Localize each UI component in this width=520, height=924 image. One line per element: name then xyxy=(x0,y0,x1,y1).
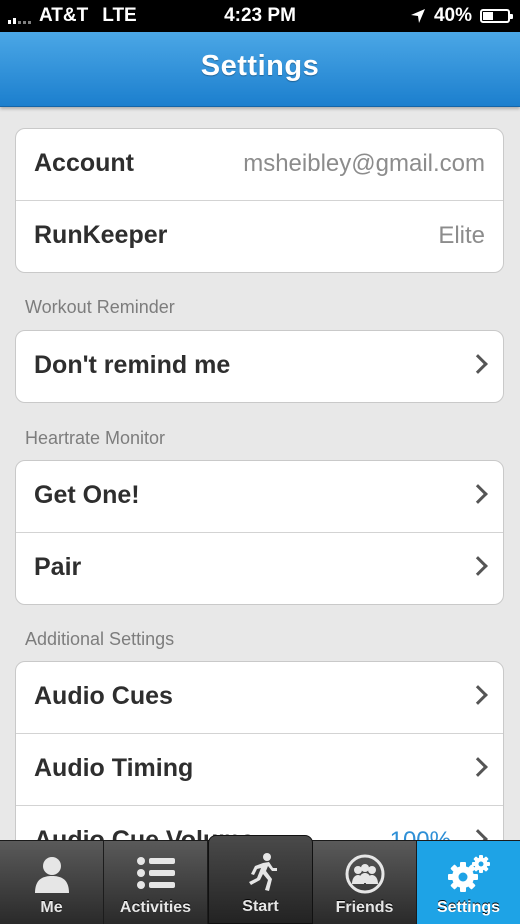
account-email: msheibley@gmail.com xyxy=(243,150,485,177)
section-additional-settings: Additional Settings xyxy=(25,629,175,649)
runkeeper-label: RunKeeper xyxy=(34,221,168,249)
tab-me-label: Me xyxy=(40,899,63,916)
location-arrow-icon xyxy=(410,9,425,23)
get-one-row[interactable]: Get One! xyxy=(16,461,503,533)
account-group: Account msheibley@gmail.com RunKeeper El… xyxy=(15,128,504,273)
tab-settings-label: Settings xyxy=(436,899,501,916)
section-heartrate-monitor: Heartrate Monitor xyxy=(25,428,166,448)
pair-row[interactable]: Pair xyxy=(16,533,503,604)
workout-reminder-group: Don't remind me xyxy=(15,330,504,403)
chevron-right-icon xyxy=(468,829,488,840)
chevron-right-icon xyxy=(468,484,488,504)
workout-reminder-label: Don't remind me xyxy=(34,351,231,379)
workout-reminder-row[interactable]: Don't remind me xyxy=(16,331,503,402)
tab-activities-label: Activities xyxy=(119,899,192,916)
tab-bar: Me Activities Start Friends Settings xyxy=(0,835,520,924)
page-title: Settings xyxy=(200,50,320,82)
tab-me[interactable]: Me xyxy=(0,841,104,924)
audio-timing-label: Audio Timing xyxy=(34,754,194,782)
audio-timing-row[interactable]: Audio Timing xyxy=(16,734,503,806)
gears-icon xyxy=(447,855,490,892)
audio-cues-row[interactable]: Audio Cues xyxy=(16,662,503,734)
friends-icon xyxy=(345,854,384,894)
pair-label: Pair xyxy=(34,553,82,581)
runkeeper-plan-row[interactable]: RunKeeper Elite xyxy=(16,201,503,272)
tab-start[interactable]: Start xyxy=(208,835,313,924)
person-icon xyxy=(34,857,69,893)
tab-friends-label: Friends xyxy=(335,899,394,916)
runkeeper-plan-value: Elite xyxy=(438,222,485,249)
account-row[interactable]: Account msheibley@gmail.com xyxy=(16,129,503,201)
section-workout-reminder: Workout Reminder xyxy=(25,297,175,317)
chevron-right-icon xyxy=(468,757,488,777)
tab-friends[interactable]: Friends xyxy=(313,841,417,924)
chevron-right-icon xyxy=(468,354,488,374)
tab-settings[interactable]: Settings xyxy=(417,841,520,924)
list-icon xyxy=(136,857,175,889)
chevron-right-icon xyxy=(468,556,488,576)
heartrate-monitor-group: Get One! Pair xyxy=(15,460,504,605)
account-label: Account xyxy=(34,149,134,177)
battery-percent: 40% xyxy=(433,5,472,26)
get-one-label: Get One! xyxy=(34,481,140,509)
status-bar: AT&T LTE 4:23 PM 40% xyxy=(0,0,520,32)
additional-settings-group: Audio Cues Audio Timing Audio Cue Volume… xyxy=(15,661,504,840)
chevron-right-icon xyxy=(468,685,488,705)
runner-icon xyxy=(248,853,277,891)
battery-icon xyxy=(480,9,513,23)
tab-start-label: Start xyxy=(242,898,279,915)
settings-list[interactable]: Account msheibley@gmail.com RunKeeper El… xyxy=(0,107,520,840)
tab-activities[interactable]: Activities xyxy=(104,841,208,924)
navigation-bar: Settings xyxy=(0,32,520,107)
audio-cue-volume-value: 100% xyxy=(390,827,451,840)
audio-cues-label: Audio Cues xyxy=(34,682,173,710)
